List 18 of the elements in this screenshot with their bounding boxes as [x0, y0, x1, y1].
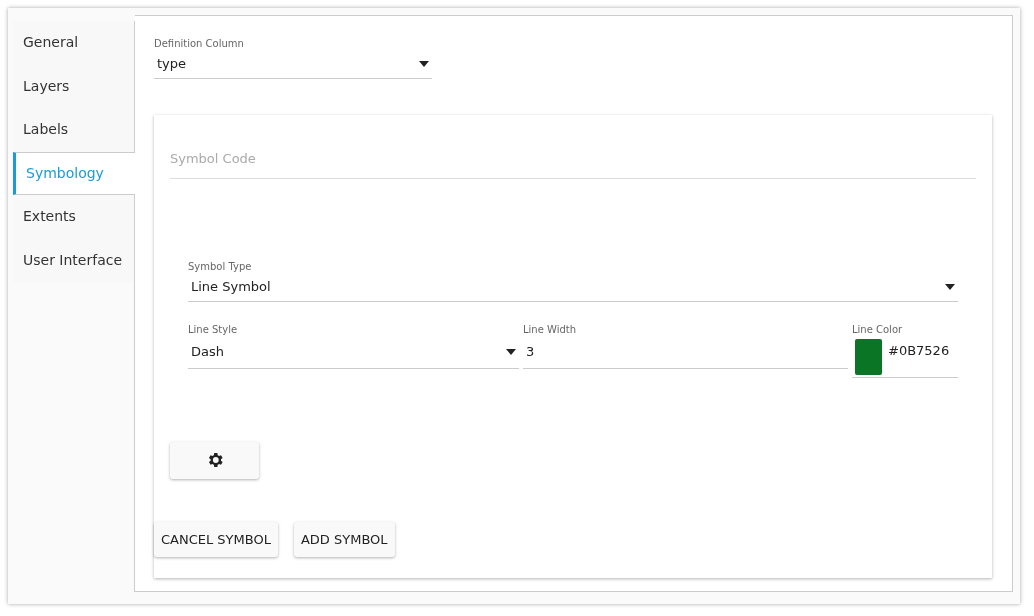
field-label: Symbol Type — [188, 260, 253, 274]
settings-button[interactable] — [170, 441, 259, 479]
caret-icon — [945, 283, 955, 290]
color-swatch[interactable] — [855, 338, 882, 375]
field-label: Line Color — [852, 322, 904, 337]
color-value: #0B7526 — [888, 341, 950, 360]
action-button[interactable]: CANCEL SYMBOL — [154, 521, 278, 557]
input-field[interactable]: Symbol Code — [170, 144, 976, 179]
select-field[interactable]: Dash — [188, 336, 519, 369]
caret-icon — [419, 60, 429, 67]
field-label: Definition Column — [154, 37, 245, 51]
input-field[interactable]: 3 — [523, 336, 848, 369]
select-field[interactable]: Line Symbol — [188, 274, 958, 302]
select-field[interactable]: type — [154, 51, 432, 79]
field-label: Line Width — [523, 322, 578, 337]
action-button[interactable]: ADD SYMBOL — [293, 521, 395, 557]
field-label: Line Style — [188, 322, 239, 337]
caret-icon — [506, 348, 516, 355]
